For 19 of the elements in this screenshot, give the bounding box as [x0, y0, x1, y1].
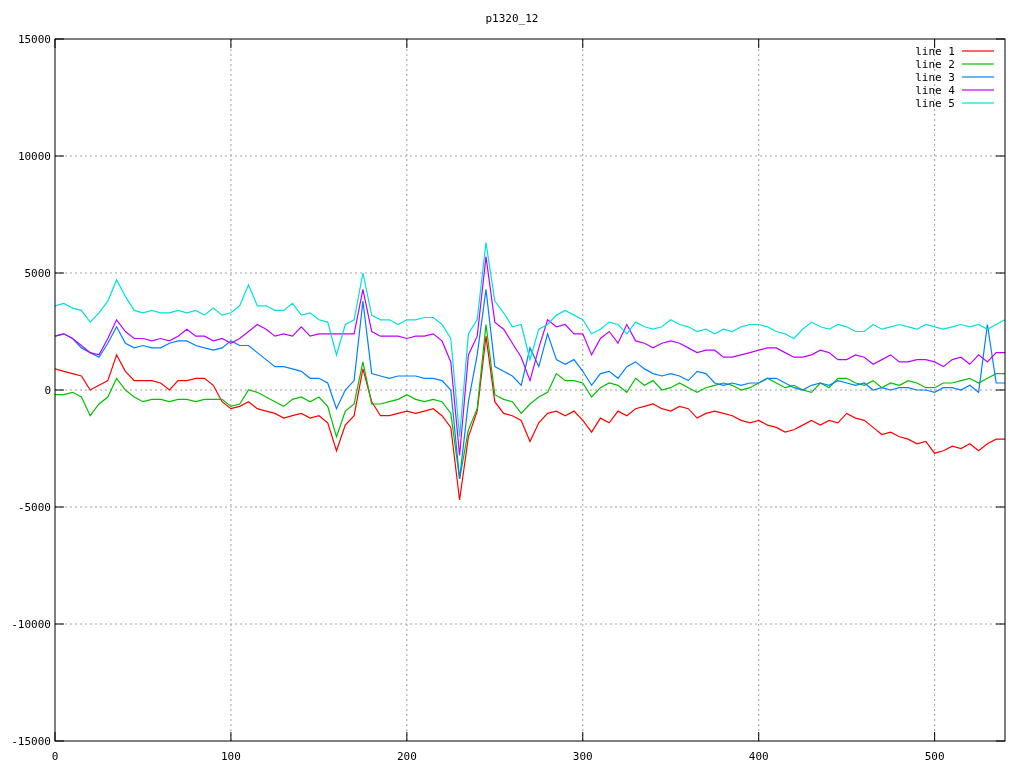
legend-label: line 5 — [915, 97, 955, 110]
legend-label: line 1 — [915, 45, 955, 58]
axis-tick-label: 300 — [572, 750, 593, 763]
axis-tick-label: 15000 — [17, 33, 51, 46]
axis-tick-label: 5000 — [24, 267, 51, 280]
chart-title: p1320_12 — [485, 12, 539, 25]
axis-tick-label: 400 — [748, 750, 769, 763]
legend-label: line 4 — [915, 84, 955, 97]
axis-tick-label: -5000 — [17, 501, 51, 514]
legend-label: line 2 — [915, 58, 955, 71]
axis-tick-label: -15000 — [11, 735, 51, 748]
axis-tick-label: 100 — [221, 750, 241, 763]
axis-tick-label: 200 — [396, 750, 417, 763]
axis-tick-label: 10000 — [17, 150, 51, 163]
axis-tick-label: -10000 — [11, 618, 51, 631]
axis-tick-label: 0 — [44, 384, 51, 397]
axis-tick-label: 500 — [924, 750, 945, 763]
legend-label: line 3 — [915, 71, 955, 84]
axis-tick-label: 0 — [51, 750, 59, 763]
